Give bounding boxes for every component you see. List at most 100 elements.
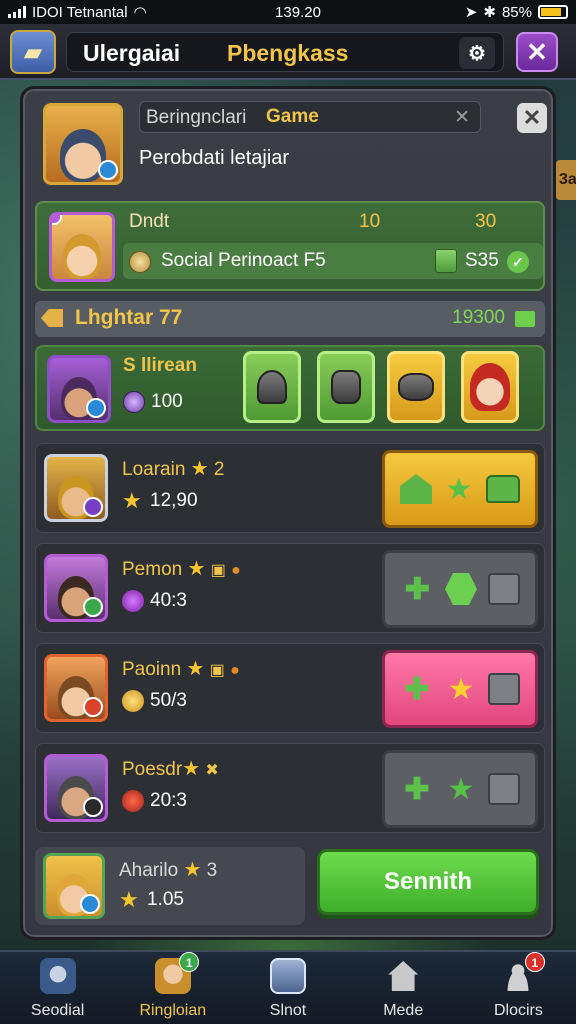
bluetooth-icon: ✱ — [483, 4, 496, 21]
swords-icon: ✖ — [205, 762, 219, 779]
row-avatar — [44, 754, 108, 822]
wifi-icon: ◠ — [133, 4, 147, 21]
goggles-icon — [398, 373, 434, 401]
nav-label: Mede — [383, 1002, 424, 1019]
profile-subtitle: Perobdati letajiar — [139, 147, 290, 169]
list-item[interactable]: Poesdr★ ✖ 20:3 ✚ ★ — [35, 743, 545, 833]
star-stat-icon: ★ — [119, 887, 139, 912]
arrow-up-icon: ✚ — [404, 572, 430, 606]
shield-icon — [444, 573, 477, 605]
equip-slot-helmet[interactable] — [243, 351, 301, 423]
main-panel: Beringnclari Game ✕ ✕ Perobdati letajiar… — [20, 86, 556, 940]
lighter-value: 19300 — [452, 307, 505, 328]
class-badge-icon — [83, 797, 103, 817]
panel-close-button[interactable]: ✕ — [517, 103, 547, 133]
row-stat: 1.05 — [147, 889, 184, 910]
star-icon: ★ — [183, 859, 202, 881]
equip-slot-goggles[interactable] — [387, 351, 445, 423]
info-card-name: Dndt — [129, 211, 170, 232]
mail-icon[interactable] — [515, 311, 535, 327]
search-field[interactable]: Beringnclari Game ✕ — [139, 101, 481, 133]
helmet-icon — [257, 370, 287, 404]
nav-item-dlocirs[interactable]: 1 Dlocirs — [461, 952, 576, 1024]
purple-gem-icon — [52, 215, 62, 225]
hero-card: S llirean 100 — [35, 345, 545, 431]
class-badge-icon — [83, 497, 103, 517]
player-avatar[interactable] — [43, 103, 123, 185]
side-tab[interactable]: 3a — [556, 160, 576, 200]
info-card-num1: 10 — [359, 211, 381, 232]
social-text: Social Perinoact F5 — [161, 250, 326, 271]
header-close-button[interactable]: ✕ — [516, 32, 558, 72]
info-card-num2: 30 — [475, 211, 497, 232]
star-stat-icon: ★ — [122, 488, 142, 513]
medal-icon: ● — [231, 562, 241, 579]
bottom-nav: Seodial 1 Ringloian Slnot Mede 1 Dlocirs — [0, 950, 576, 1024]
list-item[interactable]: Aharilo ★ 3 ★ 1.05 — [35, 847, 305, 925]
star-icon: ★ — [182, 758, 201, 780]
level-badge-icon — [98, 160, 118, 180]
nav-item-ringloian[interactable]: 1 Ringloian — [115, 952, 230, 1024]
star-icon: ★ — [186, 658, 205, 680]
clear-search-icon[interactable]: ✕ — [454, 106, 470, 129]
medal-icon: ● — [230, 662, 240, 679]
star-icon: ★ — [190, 458, 209, 480]
row-name: Loarain ★ 2 — [122, 458, 225, 480]
location-icon: ➤ — [464, 4, 478, 21]
dice-icon: ▣ — [209, 662, 225, 679]
row-action-button[interactable]: ✚ — [382, 550, 538, 628]
settings-button[interactable]: ⚙ — [459, 37, 495, 69]
carrier-name: IDOI Tetnantal — [32, 3, 128, 21]
ruby-icon — [122, 790, 144, 812]
lighter-bar[interactable]: Lhghtar 77 19300 — [35, 301, 545, 337]
status-bar: IDOI Tetnantal ◠ 139.20 ➤ ✱ 85% — [0, 0, 576, 24]
row-avatar — [44, 654, 108, 722]
game-header: ▰ Ulergaiai Pbengkass ⚙ ✕ — [0, 24, 576, 80]
nav-item-seodial[interactable]: Seodial — [0, 952, 115, 1024]
list-item[interactable]: Loarain ★ 2 ★ 12,90 ★ — [35, 443, 545, 533]
check-icon[interactable]: ✓ — [507, 251, 529, 273]
friend-avatar[interactable] — [49, 212, 115, 282]
hero-name: S llirean — [123, 355, 197, 376]
status-left: IDOI Tetnantal ◠ — [8, 3, 228, 21]
row-action-button[interactable]: ★ — [382, 450, 538, 528]
row-avatar — [44, 554, 108, 622]
row-avatar — [44, 454, 108, 522]
nav-label: Slnot — [269, 1002, 307, 1019]
row-stat: 12,90 — [150, 490, 198, 511]
nav-item-mede[interactable]: Mede — [346, 952, 461, 1024]
tools-icon: ✕ — [522, 105, 542, 130]
title-bar: Ulergaiai Pbengkass ⚙ — [66, 32, 504, 72]
send-button[interactable]: Sennith — [317, 849, 539, 915]
gold-coin-icon — [122, 690, 144, 712]
row-stat: 20:3 — [150, 790, 187, 811]
nav-label: Ringloian — [139, 1002, 207, 1019]
row-name: Pemon ★ ▣ ● — [122, 558, 241, 580]
signal-icon — [8, 6, 26, 18]
hero-power: 100 — [151, 391, 183, 412]
nav-badge: 1 — [524, 952, 545, 972]
arrow-up-icon: ✚ — [404, 772, 430, 806]
row-stat: 40:3 — [150, 590, 187, 611]
equip-slot-mask[interactable] — [317, 351, 375, 423]
row-avatar — [43, 853, 105, 919]
hero-avatar[interactable] — [47, 355, 111, 423]
list-item[interactable]: Paoinn ★ ▣ ● 50/3 ✚ ★ — [35, 643, 545, 733]
class-badge-icon — [80, 894, 100, 914]
locked-slot-icon — [487, 573, 520, 605]
row-action-button[interactable]: ✚ ★ — [382, 650, 538, 728]
quest-book-button[interactable]: ▰ — [10, 30, 56, 74]
companion-portrait-icon — [470, 363, 510, 411]
row-action-button[interactable]: ✚ ★ — [382, 750, 538, 828]
social-reward-row[interactable]: Social Perinoact F5 S35 ✓ — [123, 243, 543, 279]
list-item[interactable]: Pemon ★ ▣ ● 40:3 ✚ — [35, 543, 545, 633]
equip-slot-companion[interactable] — [461, 351, 519, 423]
row-name: Paoinn ★ ▣ ● — [122, 658, 240, 680]
shop-icon — [270, 958, 306, 994]
nav-item-slnot[interactable]: Slnot — [230, 952, 345, 1024]
nav-label: Dlocirs — [493, 1002, 543, 1019]
nav-label: Seodial — [30, 1002, 85, 1019]
locked-slot-icon — [488, 773, 520, 805]
title-secondary[interactable]: Pbengkass — [227, 40, 348, 67]
lighter-label: Lhghtar 77 — [75, 306, 183, 329]
